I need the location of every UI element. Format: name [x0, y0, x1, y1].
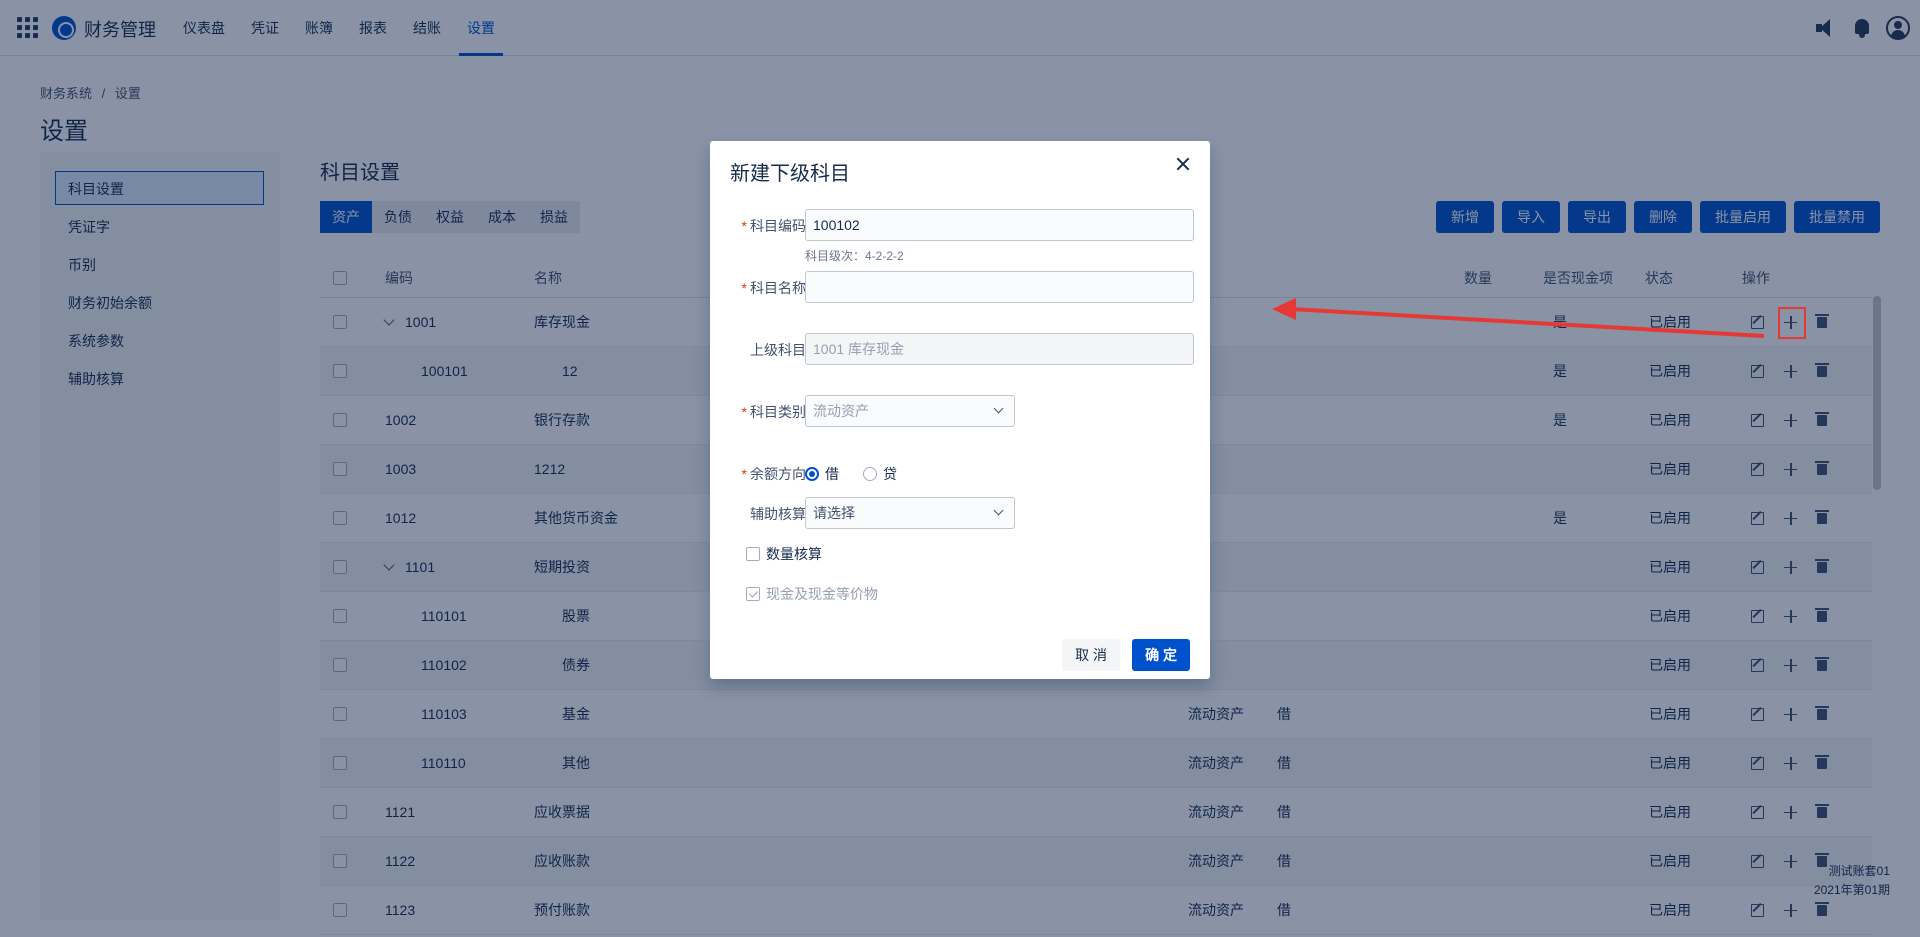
- parent-account-input: 1001 库存现金: [805, 333, 1194, 365]
- category-label: * 科目类别: [741, 404, 806, 420]
- aux-label: 辅助核算: [750, 506, 806, 522]
- cash-equivalent-checkbox: 现金及现金等价物: [746, 584, 878, 604]
- chevron-down-icon: [993, 505, 1004, 516]
- quantity-checkbox[interactable]: 数量核算: [746, 544, 822, 564]
- annotation-highlight-box: [1778, 307, 1806, 339]
- new-subaccount-dialog: 新建下级科目 * 科目编码 100102 科目级次：4-2-2-2 * 科目名称 上…: [710, 141, 1210, 679]
- chevron-down-icon: [993, 403, 1004, 414]
- direction-radio-group: 借 贷: [805, 464, 897, 484]
- code-label: * 科目编码: [741, 218, 806, 234]
- dialog-title: 新建下级科目: [730, 163, 850, 185]
- account-name-input[interactable]: [805, 271, 1194, 303]
- name-label: * 科目名称: [741, 280, 806, 296]
- category-select[interactable]: 流动资产: [805, 395, 1015, 427]
- parent-label: 上级科目: [750, 342, 806, 358]
- code-level-hint: 科目级次：4-2-2-2: [805, 249, 904, 263]
- confirm-button[interactable]: 确 定: [1132, 639, 1190, 671]
- aux-select[interactable]: 请选择: [805, 497, 1015, 529]
- close-icon[interactable]: [1176, 157, 1190, 171]
- credit-radio[interactable]: 贷: [863, 464, 897, 484]
- cancel-button[interactable]: 取 消: [1062, 639, 1120, 671]
- account-code-input[interactable]: 100102: [805, 209, 1194, 241]
- debit-radio[interactable]: 借: [805, 464, 839, 484]
- direction-label: * 余额方向: [741, 466, 806, 482]
